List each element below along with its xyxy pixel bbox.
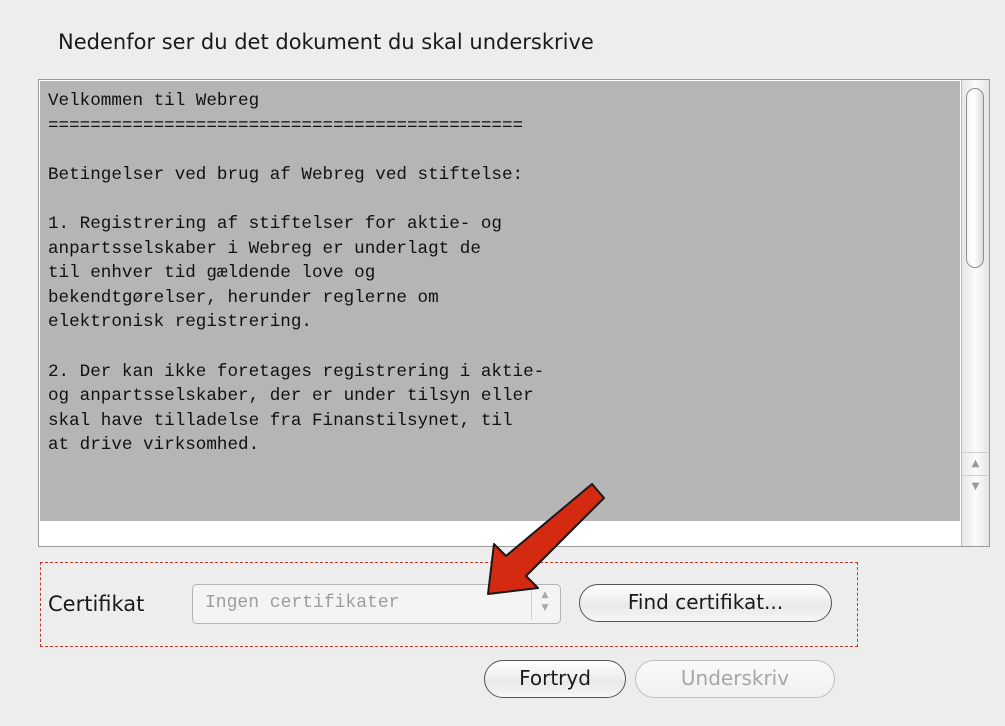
document-line: at drive virksomhed.	[48, 435, 260, 456]
document-text: Velkommen til Webreg ===================…	[40, 81, 960, 458]
document-line: 1. Registrering af stiftelser for aktie-…	[48, 213, 502, 234]
vertical-scrollbar[interactable]: ▲ ▼	[961, 80, 989, 546]
document-line: anpartsselskaber i Webreg er underlagt d…	[48, 238, 481, 259]
document-line: skal have tilladelse fra Finanstilsynet,…	[48, 410, 513, 431]
scrollbar-thumb[interactable]	[966, 88, 984, 268]
red-pointer-arrow-icon	[487, 483, 605, 595]
cancel-button[interactable]: Fortryd	[484, 660, 626, 698]
document-line: og anpartsselskaber, der er under tilsyn…	[48, 386, 534, 407]
scroll-down-arrow-icon[interactable]: ▼	[962, 475, 989, 498]
document-line: Velkommen til Webreg	[48, 91, 260, 111]
document-line: ========================================…	[48, 115, 524, 136]
certificate-select-value: Ingen certifikater	[205, 593, 400, 613]
document-line: 2. Der kan ikke foretages registrering i…	[48, 361, 545, 382]
page-title: Nedenfor ser du det dokument du skal und…	[58, 30, 594, 54]
document-line: Betingelser ved brug af Webreg ved stift…	[48, 164, 524, 185]
certificate-label: Certifikat	[48, 592, 145, 616]
find-certificate-button[interactable]: Find certifikat...	[579, 584, 832, 622]
document-line: elektronisk registrering.	[48, 312, 312, 333]
document-line: bekendtgørelser, herunder reglerne om	[48, 287, 439, 308]
document-line: til enhver tid gældende love og	[48, 263, 376, 284]
document-text-area[interactable]: Velkommen til Webreg ===================…	[40, 81, 960, 521]
scroll-up-arrow-icon[interactable]: ▲	[962, 452, 989, 475]
sign-button[interactable]: Underskriv	[635, 660, 835, 698]
